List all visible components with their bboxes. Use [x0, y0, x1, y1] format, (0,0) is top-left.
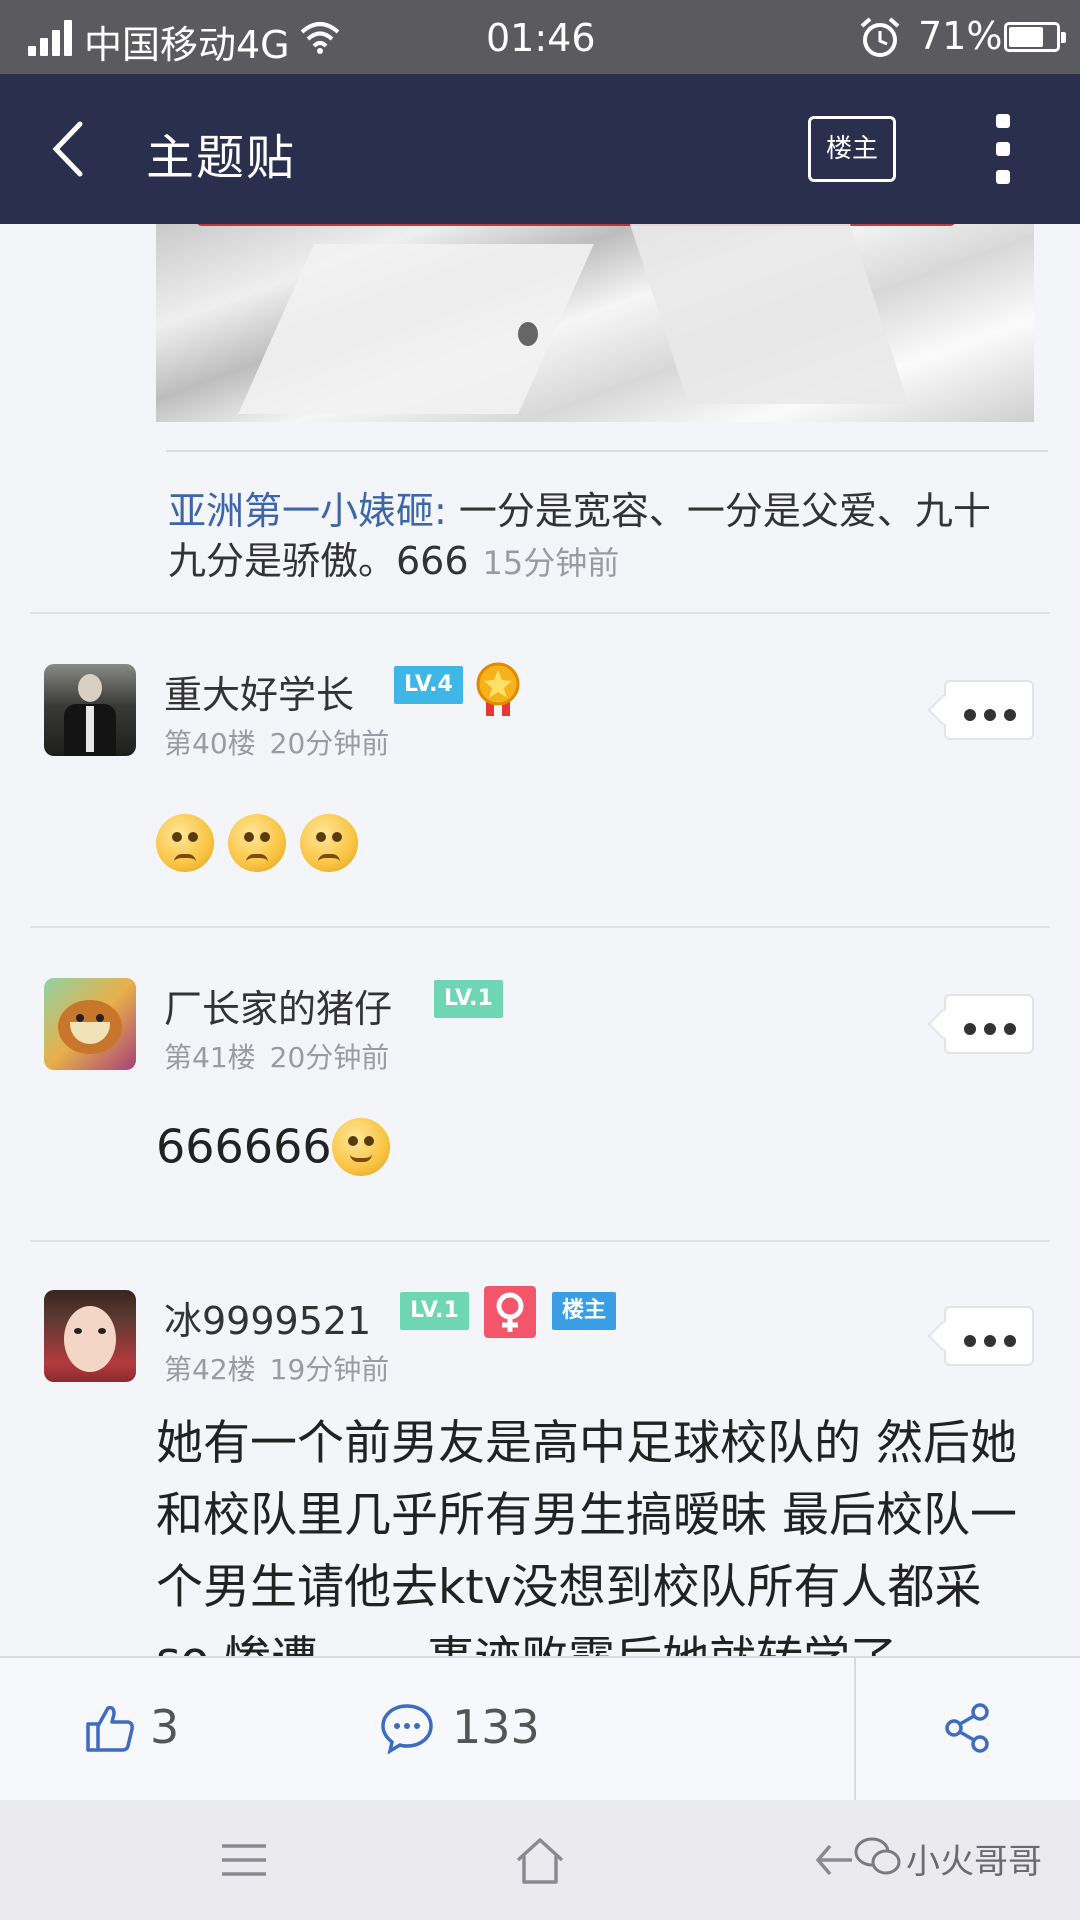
comment-count[interactable]: 133: [452, 1700, 540, 1754]
username[interactable]: 厂长家的猪仔: [164, 978, 392, 1033]
post-time: 20分钟前: [269, 1041, 390, 1074]
more-dots-icon: [964, 1332, 1024, 1351]
floor-number: 第42楼: [164, 1353, 256, 1386]
menu-icon[interactable]: [220, 1842, 268, 1878]
post-time: 19分钟前: [269, 1353, 390, 1386]
angry-emoji-icon: [156, 813, 214, 872]
system-nav-bar: 小火哥哥: [0, 1800, 1080, 1920]
avatar[interactable]: [44, 664, 136, 756]
medal-icon: [476, 662, 520, 716]
post-image[interactable]: [156, 224, 1034, 422]
post-body: [156, 812, 372, 872]
angry-emoji-icon: [300, 813, 358, 872]
top-nav-bar: 主题贴 楼主: [0, 74, 1080, 224]
sub-reply[interactable]: 亚洲第一小婊砸: 一分是宽容、一分是父爱、九十九分是骄傲。666 15分钟前: [168, 486, 1028, 588]
post-body: 她有一个前男友是高中足球校队的 然后她和校队里几乎所有男生搞暧昧 最后校队一个男…: [156, 1416, 1017, 1656]
sub-reply-author[interactable]: 亚洲第一小婊砸:: [168, 489, 447, 533]
smile-emoji-icon: [331, 1117, 390, 1176]
more-dots-icon: [964, 706, 1024, 725]
op-badge: 楼主: [552, 1292, 617, 1330]
divider: [30, 1240, 1050, 1242]
thread-content[interactable]: 亚洲第一小婊砸: 一分是宽容、一分是父爱、九十九分是骄傲。666 15分钟前 重大…: [0, 224, 1080, 1656]
more-dots-icon: [964, 1020, 1024, 1039]
more-options-icon[interactable]: [988, 114, 1018, 184]
clock: 01:46: [486, 16, 596, 60]
level-badge: LV.1: [400, 1292, 469, 1330]
post-text: 666666: [156, 1119, 332, 1174]
wechat-watermark-icon: [854, 1837, 901, 1875]
post-menu-button[interactable]: [944, 1306, 1034, 1366]
avatar[interactable]: [44, 1290, 136, 1382]
avatar[interactable]: [44, 978, 136, 1070]
system-back-icon[interactable]: [814, 1842, 854, 1878]
post-body: 666666: [156, 1116, 390, 1176]
post-meta: 第40楼 20分钟前: [164, 722, 389, 762]
post-menu-button[interactable]: [944, 680, 1034, 740]
post-menu-button[interactable]: [944, 994, 1034, 1054]
post-action-bar: 3 133: [0, 1656, 1080, 1802]
watermark-text: 小火哥哥: [906, 1842, 1042, 1882]
status-bar: 中国移动4G 01:46 71%: [0, 0, 1080, 74]
only-op-button[interactable]: 楼主: [808, 116, 896, 182]
post-meta: 第42楼 19分钟前: [164, 1348, 389, 1388]
back-arrow-icon[interactable]: [44, 116, 104, 182]
female-gender-icon: [484, 1286, 536, 1338]
carrier-label: 中国移动4G: [84, 23, 290, 67]
home-icon[interactable]: [514, 1836, 566, 1886]
sub-reply-time: 15分钟前: [482, 544, 620, 582]
floor-number: 第40楼: [164, 727, 256, 760]
level-badge: LV.1: [434, 980, 503, 1018]
divider: [30, 926, 1050, 928]
level-badge: LV.4: [394, 666, 463, 704]
floor-number: 第41楼: [164, 1041, 256, 1074]
divider: [166, 450, 1048, 452]
page-title: 主题贴: [146, 130, 297, 186]
post-meta: 第41楼 20分钟前: [164, 1036, 389, 1076]
username[interactable]: 重大好学长: [164, 664, 354, 719]
like-count[interactable]: 3: [150, 1700, 179, 1754]
signal-icon: [28, 20, 76, 56]
battery-percent: 71%: [918, 14, 1003, 58]
username[interactable]: 冰9999521: [164, 1290, 371, 1345]
divider: [30, 612, 1050, 614]
divider: [854, 1658, 856, 1802]
angry-emoji-icon: [228, 813, 286, 872]
post-time: 20分钟前: [269, 727, 390, 760]
alarm-icon: [860, 17, 900, 57]
wifi-icon: [300, 22, 340, 54]
comment-icon[interactable]: [380, 1702, 434, 1754]
share-icon[interactable]: [944, 1702, 992, 1754]
battery-icon: [1004, 22, 1066, 52]
thumbs-up-icon[interactable]: [84, 1702, 136, 1754]
